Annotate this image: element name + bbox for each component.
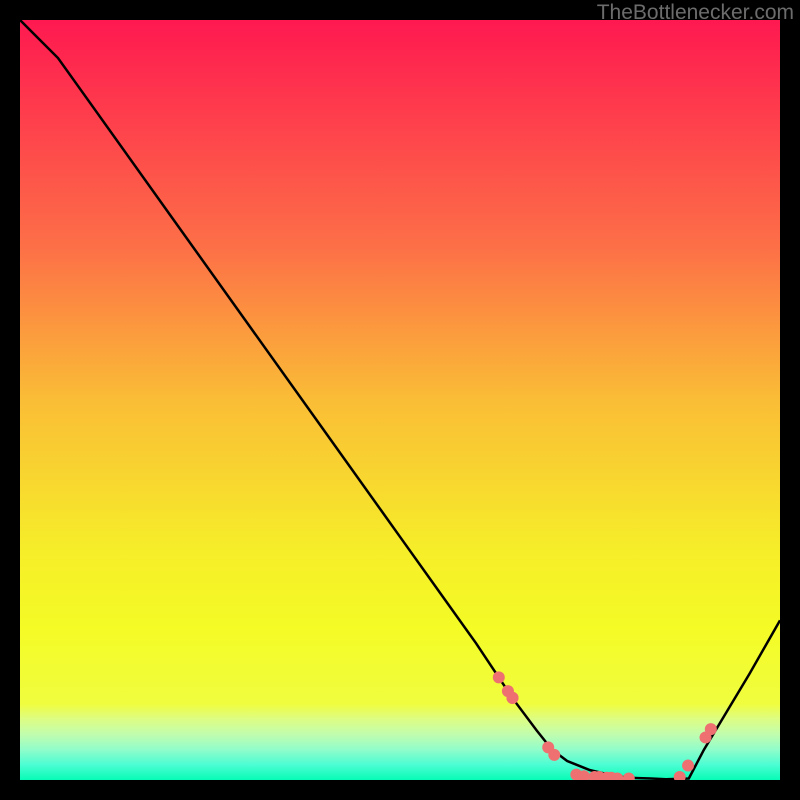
plot-area	[20, 20, 780, 780]
curve-marker	[682, 760, 694, 772]
curve-marker	[506, 692, 518, 704]
curve-marker	[548, 749, 560, 761]
chart-frame: TheBottlenecker.com	[0, 0, 800, 800]
curve-marker	[493, 671, 505, 683]
chart-background	[20, 20, 780, 780]
chart-svg	[20, 20, 780, 780]
curve-marker	[705, 723, 717, 735]
